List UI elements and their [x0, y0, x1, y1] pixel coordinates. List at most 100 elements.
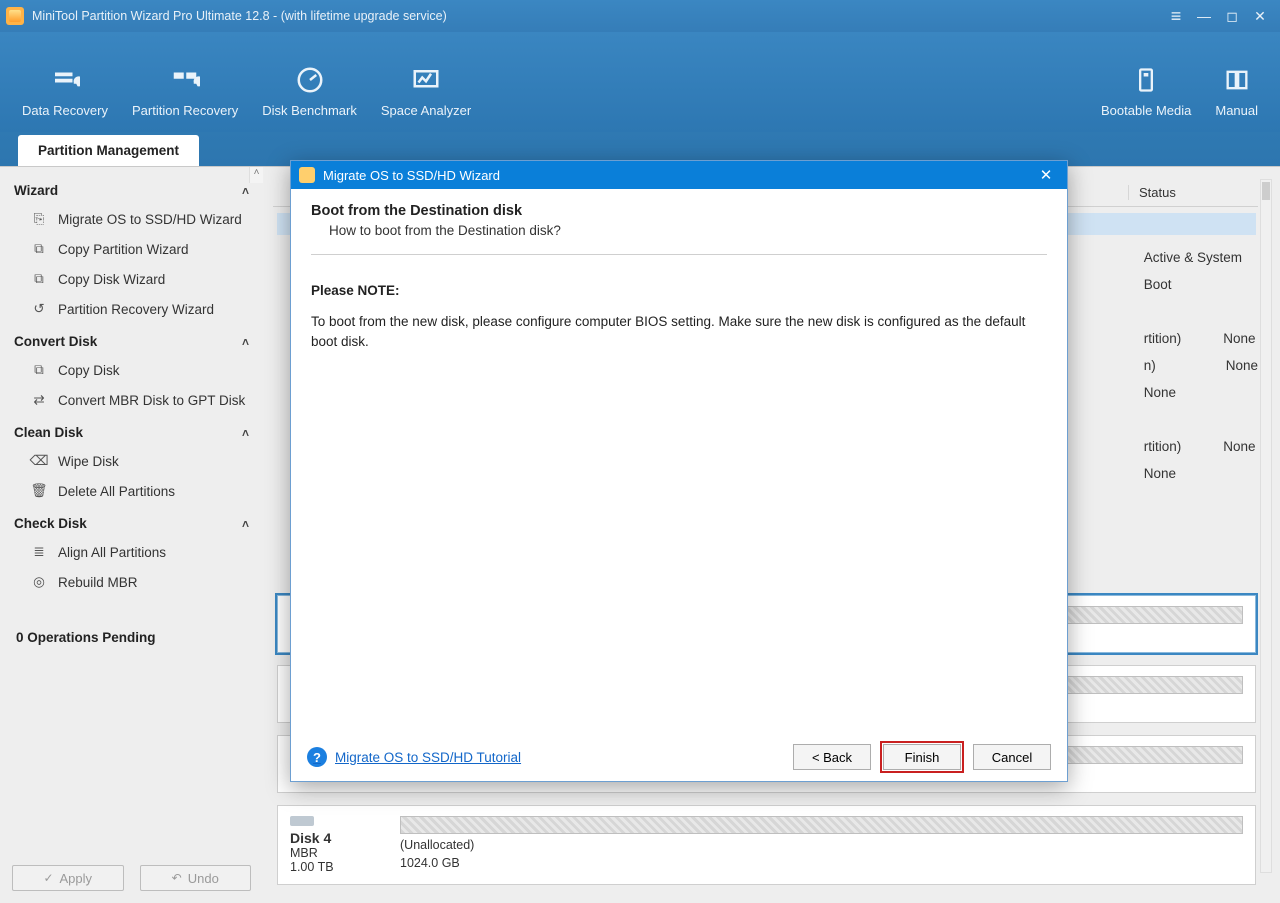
- section-convert-disk[interactable]: Convert Disk ˄: [0, 324, 263, 355]
- manual-icon: [1220, 63, 1254, 97]
- check-icon: ✓: [43, 871, 53, 885]
- apply-button[interactable]: ✓Apply: [12, 865, 124, 891]
- main-scrollbar[interactable]: [1260, 179, 1272, 873]
- sidebar-item-copy-disk-2[interactable]: ⧉ Copy Disk: [0, 355, 263, 385]
- sidebar-item-copy-partition[interactable]: ⧉Copy Partition Wizard: [0, 234, 263, 264]
- status-cell: Active & System: [1134, 244, 1258, 271]
- section-title: Convert Disk: [14, 334, 97, 349]
- col-status[interactable]: Status: [1128, 185, 1258, 200]
- tool-bootable-media[interactable]: Bootable Media: [1089, 57, 1203, 124]
- sidebar-item-delete-all[interactable]: 🗑Delete All Partitions: [0, 476, 263, 506]
- maximize-button[interactable]: ◻: [1218, 4, 1246, 28]
- tutorial-label: Migrate OS to SSD/HD Tutorial: [335, 750, 521, 765]
- tool-space-analyzer[interactable]: Space Analyzer: [369, 57, 483, 124]
- sidebar-item-label: Copy Disk Wizard: [58, 272, 165, 287]
- help-icon: ?: [307, 747, 327, 767]
- disk-size: 1.00 TB: [290, 860, 382, 874]
- sidebar-item-label: Convert MBR Disk to GPT Disk: [58, 393, 245, 408]
- status-cell: None: [1134, 379, 1258, 406]
- tool-disk-benchmark[interactable]: Disk Benchmark: [250, 57, 369, 124]
- sidebar-item-partition-recovery[interactable]: ↺ Partition Recovery Wizard: [0, 294, 263, 324]
- finish-button[interactable]: Finish: [883, 744, 961, 770]
- sidebar-item-rebuild-mbr[interactable]: ◎ Rebuild MBR: [0, 567, 263, 597]
- undo-button[interactable]: ↶ Undo: [140, 865, 252, 891]
- sidebar-item-align[interactable]: ≣Align All Partitions: [0, 537, 263, 567]
- dialog-titlebar[interactable]: Migrate OS to SSD/HD Wizard ✕: [291, 161, 1067, 189]
- hamburger-menu-icon[interactable]: ≡: [1162, 4, 1190, 28]
- section-title: Check Disk: [14, 516, 87, 531]
- section-check-disk[interactable]: Check Disk ˄: [0, 506, 263, 537]
- undo-icon: ↶: [172, 871, 182, 885]
- partition-bar-unallocated: [400, 816, 1243, 834]
- chevron-up-icon: ˄: [242, 517, 249, 531]
- tutorial-link[interactable]: ? Migrate OS to SSD/HD Tutorial: [307, 747, 521, 767]
- tool-manual[interactable]: Manual: [1203, 57, 1270, 124]
- chevron-up-icon: ˄: [242, 335, 249, 349]
- tab-partition-management[interactable]: Partition Management: [18, 135, 199, 166]
- disk-icon: [290, 816, 314, 826]
- sidebar-item-label: Copy Disk: [58, 363, 120, 378]
- section-wizard[interactable]: Wizard ˄: [0, 173, 263, 204]
- tool-partition-recovery[interactable]: Partition Recovery: [120, 57, 250, 124]
- status-cell: rtition)None: [1134, 325, 1258, 352]
- pending-operations: 0 Operations Pending: [12, 624, 251, 655]
- migrate-os-dialog: Migrate OS to SSD/HD Wizard ✕ Boot from …: [290, 160, 1068, 782]
- sidebar-item-migrate-os[interactable]: ⎘ Migrate OS to SSD/HD Wizard: [0, 204, 263, 234]
- sidebar-item-label: Delete All Partitions: [58, 484, 175, 499]
- dialog-close-button[interactable]: ✕: [1033, 166, 1059, 184]
- status-cell: n)None: [1134, 352, 1258, 379]
- titlebar: MiniTool Partition Wizard Pro Ultimate 1…: [0, 0, 1280, 32]
- copy-disk-icon: ⧉: [30, 361, 48, 379]
- unalloc-label: (Unallocated): [400, 838, 474, 852]
- section-title: Wizard: [14, 183, 58, 198]
- sidebar-item-wipe-disk[interactable]: ⌫ Wipe Disk: [0, 446, 263, 476]
- sidebar-item-label: Partition Recovery Wizard: [58, 302, 214, 317]
- dialog-logo-icon: [299, 167, 315, 183]
- disk-benchmark-icon: [293, 63, 327, 97]
- sidebar-item-convert-mbr-gpt[interactable]: ⇄ Convert MBR Disk to GPT Disk: [0, 385, 263, 415]
- sidebar-item-copy-disk[interactable]: ⧉ Copy Disk Wizard: [0, 264, 263, 294]
- copy-disk-icon: ⧉: [30, 270, 48, 288]
- tool-data-recovery[interactable]: Data Recovery: [10, 57, 120, 124]
- app-logo-icon: [6, 7, 24, 25]
- tool-label: Partition Recovery: [132, 103, 238, 118]
- app-title: MiniTool Partition Wizard Pro Ultimate 1…: [32, 9, 1162, 23]
- space-analyzer-icon: [409, 63, 443, 97]
- minimize-button[interactable]: —: [1190, 4, 1218, 28]
- back-button[interactable]: < Back: [793, 744, 871, 770]
- status-cell: [1134, 406, 1258, 433]
- chevron-up-icon: ˄: [242, 184, 249, 198]
- button-label: Undo: [188, 871, 219, 886]
- partition-recovery-icon: [168, 63, 202, 97]
- tool-label: Manual: [1215, 103, 1258, 118]
- status-cell: [1134, 217, 1258, 244]
- copy-partition-icon: ⧉: [30, 240, 48, 258]
- rebuild-icon: ◎: [30, 573, 48, 591]
- sidebar: ˄ Wizard ˄ ⎘Migrate OS to SSD/HD Wizard …: [0, 167, 263, 903]
- recovery-icon: ↺: [30, 300, 48, 318]
- dialog-title: Migrate OS to SSD/HD Wizard: [323, 168, 500, 183]
- sidebar-item-label: Wipe Disk: [58, 454, 119, 469]
- sidebar-scroll-up-icon[interactable]: ˄: [249, 167, 263, 183]
- main-toolbar: Data Recovery Partition Recovery Disk Be…: [0, 32, 1280, 132]
- eraser-icon: ⌫: [30, 452, 48, 470]
- status-cell: None: [1134, 460, 1258, 487]
- convert-icon: ⇄: [30, 391, 48, 409]
- disk-panel-disk4[interactable]: Disk 4 MBR 1.00 TB (Unallocated) 1024.0 …: [277, 805, 1256, 885]
- note-heading: Please NOTE:: [311, 283, 1047, 298]
- bootable-media-icon: [1129, 63, 1163, 97]
- dialog-subtitle: How to boot from the Destination disk?: [311, 223, 1047, 238]
- status-cell: [1134, 298, 1258, 325]
- disk-name: Disk 4: [290, 830, 382, 846]
- section-clean-disk[interactable]: Clean Disk ˄: [0, 415, 263, 446]
- sidebar-item-label: Rebuild MBR: [58, 575, 138, 590]
- status-cell: Boot: [1134, 271, 1258, 298]
- sidebar-item-label: Migrate OS to SSD/HD Wizard: [58, 212, 242, 227]
- migrate-icon: ⎘: [30, 210, 48, 228]
- close-button[interactable]: ✕: [1246, 4, 1274, 28]
- status-column-values: Active & System Boot rtition)None n)None…: [1134, 217, 1258, 487]
- cancel-button[interactable]: Cancel: [973, 744, 1051, 770]
- data-recovery-icon: [48, 63, 82, 97]
- tool-label: Space Analyzer: [381, 103, 471, 118]
- section-title: Clean Disk: [14, 425, 83, 440]
